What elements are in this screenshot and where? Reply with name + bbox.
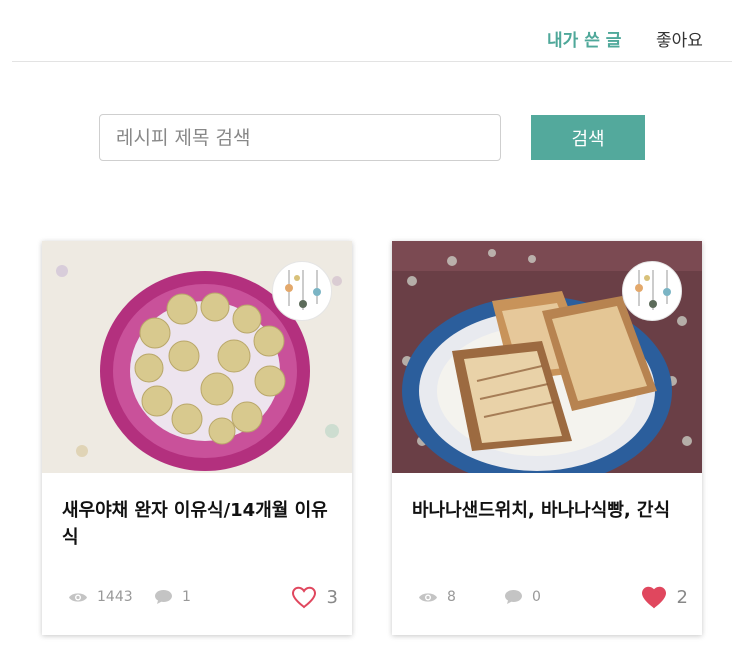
recipe-card[interactable]: 바나나샌드위치, 바나나식빵, 간식 8 0 2 [392, 241, 702, 635]
search-input[interactable] [99, 114, 501, 161]
heart-outline-icon [291, 586, 316, 609]
recipe-thumbnail[interactable] [42, 241, 352, 473]
recipe-card[interactable]: 새우야채 완자 이유식/14개월 이유식 1443 1 3 [42, 241, 352, 635]
like-count: 2 [676, 587, 688, 608]
recipe-thumbnail[interactable] [392, 241, 702, 473]
author-avatar[interactable] [272, 261, 332, 321]
comment-count-value: 0 [532, 589, 541, 605]
like-button[interactable]: 3 [291, 586, 338, 609]
comment-count: 0 [504, 589, 541, 605]
recipe-stats: 8 0 2 [418, 586, 688, 611]
author-avatar[interactable] [622, 261, 682, 321]
comment-count: 1 [154, 589, 191, 605]
view-count-value: 1443 [97, 589, 133, 605]
recipe-stats: 1443 1 3 [68, 586, 338, 611]
comment-count-value: 1 [182, 589, 191, 605]
eye-icon [69, 592, 87, 602]
view-count-value: 8 [447, 589, 456, 605]
view-count: 1443 [68, 589, 133, 605]
heart-filled-icon [641, 586, 666, 609]
tab-likes[interactable]: 좋아요 [656, 26, 703, 51]
recipe-title[interactable]: 바나나샌드위치, 바나나식빵, 간식 [412, 497, 687, 524]
like-count: 3 [326, 587, 338, 608]
tab-my-posts[interactable]: 내가 쓴 글 [547, 26, 621, 51]
recipe-title[interactable]: 새우야채 완자 이유식/14개월 이유식 [62, 497, 337, 551]
comment-icon [505, 590, 522, 604]
comment-icon [155, 590, 172, 604]
like-button[interactable]: 2 [641, 586, 688, 609]
top-tabs: 내가 쓴 글 좋아요 [12, 0, 732, 62]
eye-icon [419, 592, 437, 602]
search-button[interactable]: 검색 [531, 115, 645, 160]
view-count: 8 [418, 589, 456, 605]
